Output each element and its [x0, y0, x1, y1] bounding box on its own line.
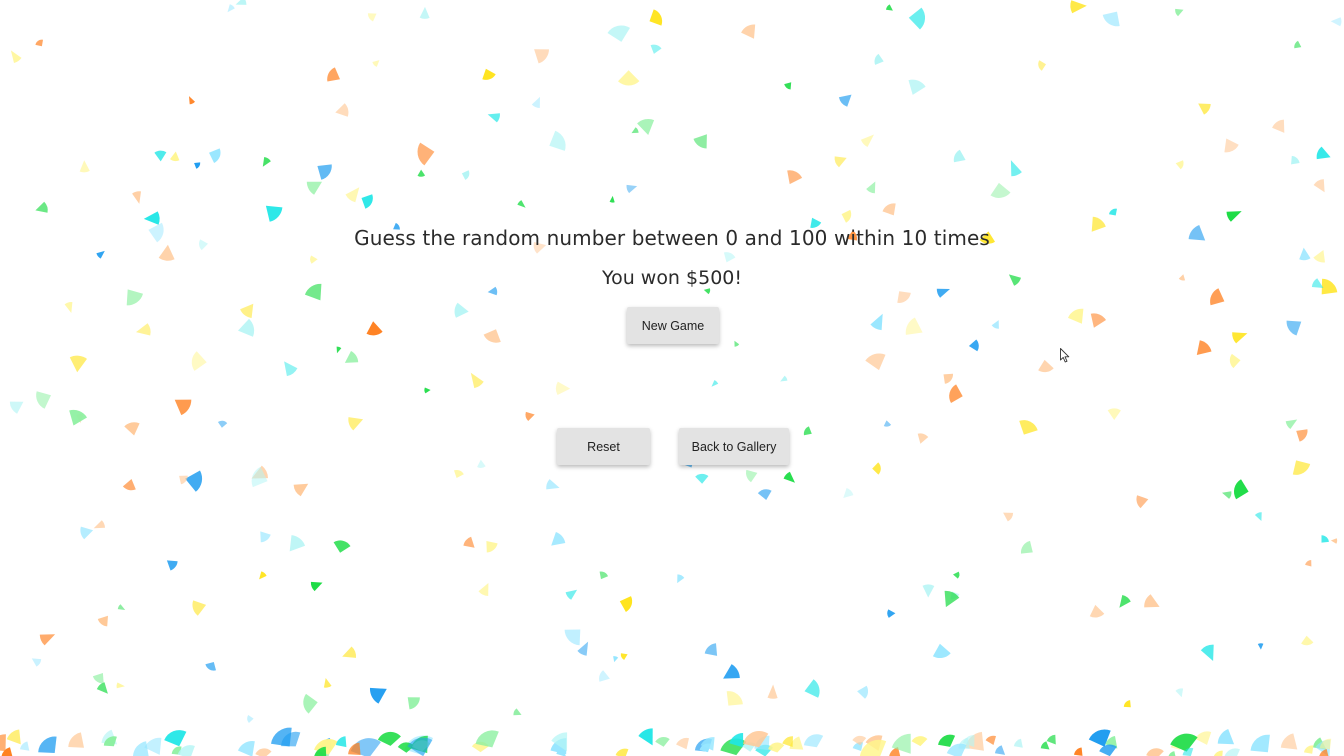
result-message: You won $500! — [601, 267, 742, 289]
mouse-cursor-icon — [1060, 348, 1070, 363]
game-screen: Guess the random number between 0 and 10… — [0, 0, 1344, 756]
new-game-button[interactable]: New Game — [627, 307, 719, 344]
game-title: Guess the random number between 0 and 10… — [354, 226, 990, 250]
back-to-gallery-button[interactable]: Back to Gallery — [679, 428, 789, 465]
reset-button[interactable]: Reset — [557, 428, 650, 465]
